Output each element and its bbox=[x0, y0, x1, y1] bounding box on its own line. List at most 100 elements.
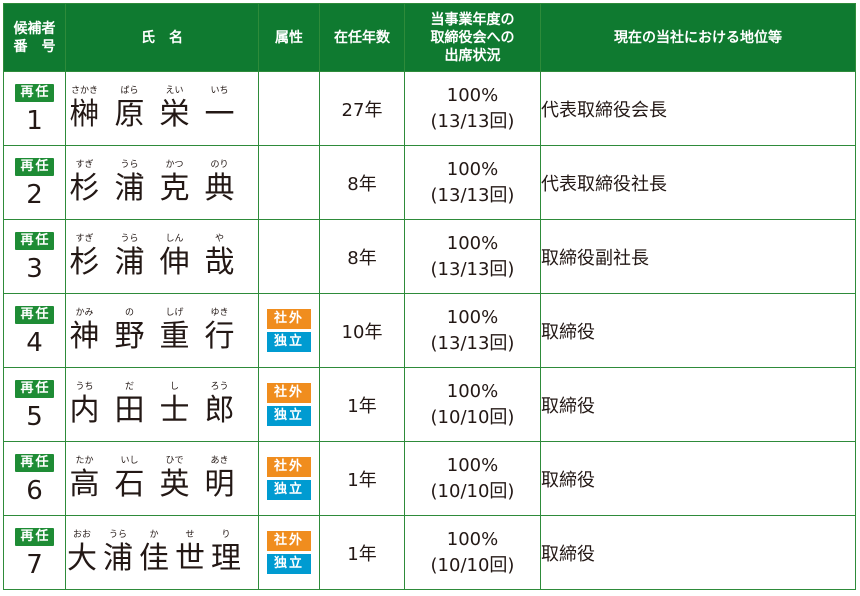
name-ruby: うら bbox=[108, 529, 127, 540]
reappointed-badge: 再任 bbox=[15, 528, 54, 546]
name-char: しげ重 bbox=[156, 307, 193, 355]
name-ruby: ろう bbox=[210, 381, 229, 392]
attendance-percent: 100% bbox=[446, 528, 499, 550]
independent-badge: 独立 bbox=[267, 480, 311, 500]
name-kanji: 浦 bbox=[114, 244, 145, 280]
name-ruby: し bbox=[169, 381, 179, 392]
name-ruby: り bbox=[221, 529, 231, 540]
attribute-cell: 社外 独立 bbox=[258, 293, 320, 368]
name-char: せ世 bbox=[174, 529, 206, 577]
name-kanji: 浦 bbox=[114, 170, 145, 206]
attribute-cell bbox=[258, 219, 320, 294]
name-kanji: 浦 bbox=[103, 540, 133, 576]
name-char: いち一 bbox=[201, 85, 238, 133]
name-ruby: のり bbox=[210, 159, 229, 170]
attendance-percent: 100% bbox=[446, 306, 499, 328]
name-ruby: の bbox=[124, 307, 134, 318]
name-kanji: 大 bbox=[67, 540, 97, 576]
independent-badge: 独立 bbox=[267, 554, 311, 574]
attendance-percent: 100% bbox=[446, 232, 499, 254]
attribute-cell: 社外 独立 bbox=[258, 515, 320, 590]
name-ruby: かつ bbox=[165, 159, 184, 170]
attendance-cell: 100% (10/10回) bbox=[404, 515, 541, 590]
attendance-cell: 100% (10/10回) bbox=[404, 367, 541, 442]
header-row: 候補者 番 号 氏 名 属性 在任年数 当事業年度の 取締役会への 出席状況 現… bbox=[3, 3, 856, 72]
name-char: ゆき行 bbox=[201, 307, 238, 355]
candidate-number: 1 bbox=[26, 106, 43, 136]
name-kanji: 榊 bbox=[69, 96, 100, 132]
reappointed-badge: 再任 bbox=[15, 454, 54, 472]
attribute-cell: 社外 独立 bbox=[258, 367, 320, 442]
header-name: 氏 名 bbox=[65, 3, 259, 72]
candidate-name: さかき榊ばら原えい栄いち一 bbox=[66, 85, 258, 133]
reappointed-badge: 再任 bbox=[15, 84, 54, 102]
tenure-years: 1年 bbox=[319, 367, 405, 442]
name-ruby: さかき bbox=[70, 85, 98, 96]
attendance-count: (13/13回) bbox=[430, 332, 515, 354]
attendance-count: (10/10回) bbox=[430, 480, 515, 502]
header-candidate-no: 候補者 番 号 bbox=[3, 3, 66, 72]
reappointed-badge: 再任 bbox=[15, 380, 54, 398]
attribute-cell: 社外 独立 bbox=[258, 441, 320, 516]
name-ruby: あき bbox=[210, 455, 229, 466]
current-position: 取締役 bbox=[540, 515, 856, 590]
candidate-table: 候補者 番 号 氏 名 属性 在任年数 当事業年度の 取締役会への 出席状況 現… bbox=[3, 3, 856, 590]
attendance-cell: 100% (13/13回) bbox=[404, 71, 541, 146]
candidate-number-cell: 再任 1 bbox=[3, 71, 66, 146]
reappointed-badge: 再任 bbox=[15, 306, 54, 324]
name-kanji: 重 bbox=[159, 318, 190, 354]
header-years: 在任年数 bbox=[319, 3, 405, 72]
name-char: か佳 bbox=[138, 529, 170, 577]
candidate-name-cell: おお大うら浦か佳せ世り理 bbox=[65, 515, 259, 590]
tenure-years: 8年 bbox=[319, 145, 405, 220]
name-char: うら浦 bbox=[111, 233, 148, 281]
name-ruby: すぎ bbox=[75, 159, 94, 170]
name-kanji: 哉 bbox=[204, 244, 235, 280]
attendance-percent: 100% bbox=[446, 84, 499, 106]
name-ruby: たか bbox=[75, 455, 94, 466]
name-ruby: せ bbox=[185, 529, 195, 540]
name-kanji: 行 bbox=[204, 318, 235, 354]
name-char: の野 bbox=[111, 307, 148, 355]
name-char: ろう郎 bbox=[201, 381, 238, 429]
name-ruby: しげ bbox=[165, 307, 184, 318]
current-position: 代表取締役社長 bbox=[540, 145, 856, 220]
outside-badge: 社外 bbox=[267, 457, 311, 477]
attendance-cell: 100% (13/13回) bbox=[404, 145, 541, 220]
name-kanji: 克 bbox=[159, 170, 190, 206]
candidate-name-cell: すぎ杉うら浦かつ克のり典 bbox=[65, 145, 259, 220]
name-char: おお大 bbox=[66, 529, 98, 577]
candidate-name: すぎ杉うら浦かつ克のり典 bbox=[66, 159, 258, 207]
outside-badge: 社外 bbox=[267, 531, 311, 551]
name-char: り理 bbox=[210, 529, 242, 577]
name-ruby: うら bbox=[120, 233, 139, 244]
name-ruby: いち bbox=[210, 85, 229, 96]
name-char: すぎ杉 bbox=[66, 159, 103, 207]
table-row: 再任 2 すぎ杉うら浦かつ克のり典 8年 100% (13/13回) 代表取締役社長 bbox=[3, 145, 856, 220]
candidate-number: 5 bbox=[26, 402, 43, 432]
table-row: 再任 1 さかき榊ばら原えい栄いち一 27年 100% (13/13回) 代表取締役会長 bbox=[3, 71, 856, 146]
attendance-percent: 100% bbox=[446, 380, 499, 402]
candidate-number-cell: 再任 6 bbox=[3, 441, 66, 516]
candidate-name: おお大うら浦か佳せ世り理 bbox=[66, 529, 258, 577]
name-ruby: おお bbox=[72, 529, 91, 540]
candidate-number-cell: 再任 4 bbox=[3, 293, 66, 368]
name-kanji: 佳 bbox=[139, 540, 169, 576]
name-char: かつ克 bbox=[156, 159, 193, 207]
tenure-years: 8年 bbox=[319, 219, 405, 294]
attribute-cell bbox=[258, 71, 320, 146]
name-kanji: 杉 bbox=[69, 244, 100, 280]
name-ruby: や bbox=[214, 233, 224, 244]
name-char: うち内 bbox=[66, 381, 103, 429]
name-ruby: しん bbox=[165, 233, 184, 244]
name-char: うら浦 bbox=[102, 529, 134, 577]
name-ruby: うら bbox=[120, 159, 139, 170]
current-position: 取締役 bbox=[540, 367, 856, 442]
name-ruby: かみ bbox=[75, 307, 94, 318]
candidate-name-cell: うち内だ田し士ろう郎 bbox=[65, 367, 259, 442]
current-position: 代表取締役会長 bbox=[540, 71, 856, 146]
name-kanji: 伸 bbox=[159, 244, 190, 280]
name-char: さかき榊 bbox=[66, 85, 103, 133]
candidate-number-cell: 再任 2 bbox=[3, 145, 66, 220]
tenure-years: 1年 bbox=[319, 515, 405, 590]
